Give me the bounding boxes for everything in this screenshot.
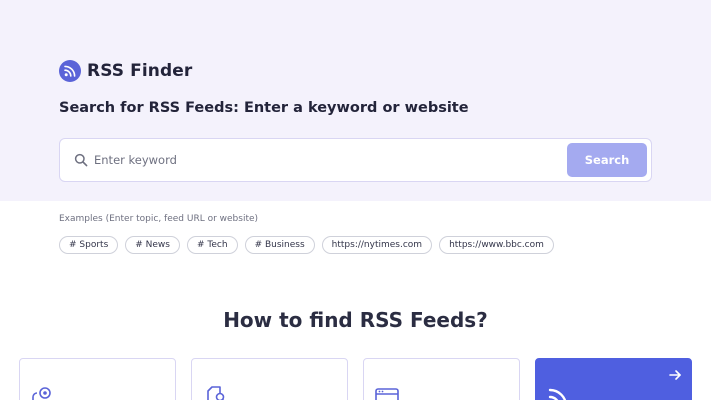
target-search-icon: [32, 387, 51, 400]
chip-news[interactable]: # News: [125, 236, 180, 254]
search-box: Search: [59, 138, 652, 182]
page-headline: Search for RSS Feeds: Enter a keyword or…: [59, 100, 469, 116]
arrow-right-icon[interactable]: [669, 369, 681, 381]
chip-nytimes[interactable]: https://nytimes.com: [321, 236, 433, 254]
how-to-card-3[interactable]: [363, 358, 520, 400]
browser-window-icon: [375, 388, 399, 400]
examples-label: Examples (Enter topic, feed URL or websi…: [59, 214, 259, 224]
how-to-title: How to find RSS Feeds?: [223, 308, 488, 332]
example-chips: # Sports # News # Tech # Business https:…: [59, 236, 554, 254]
rss-icon: [59, 60, 81, 82]
how-to-card-4[interactable]: [535, 358, 692, 400]
chip-bbc[interactable]: https://www.bbc.com: [439, 236, 554, 254]
search-button[interactable]: Search: [567, 143, 647, 177]
search-icon: [74, 153, 88, 167]
chip-business[interactable]: # Business: [244, 236, 315, 254]
brand-name: RSS Finder: [87, 61, 193, 81]
brand[interactable]: RSS Finder: [59, 59, 192, 83]
chip-sports[interactable]: # Sports: [59, 236, 119, 254]
rss-icon: [548, 388, 567, 400]
search-input[interactable]: [94, 145, 564, 175]
chip-tech[interactable]: # Tech: [187, 236, 238, 254]
how-to-card-2[interactable]: [191, 358, 348, 400]
how-to-card-1[interactable]: [19, 358, 176, 400]
document-search-icon: [207, 386, 225, 400]
